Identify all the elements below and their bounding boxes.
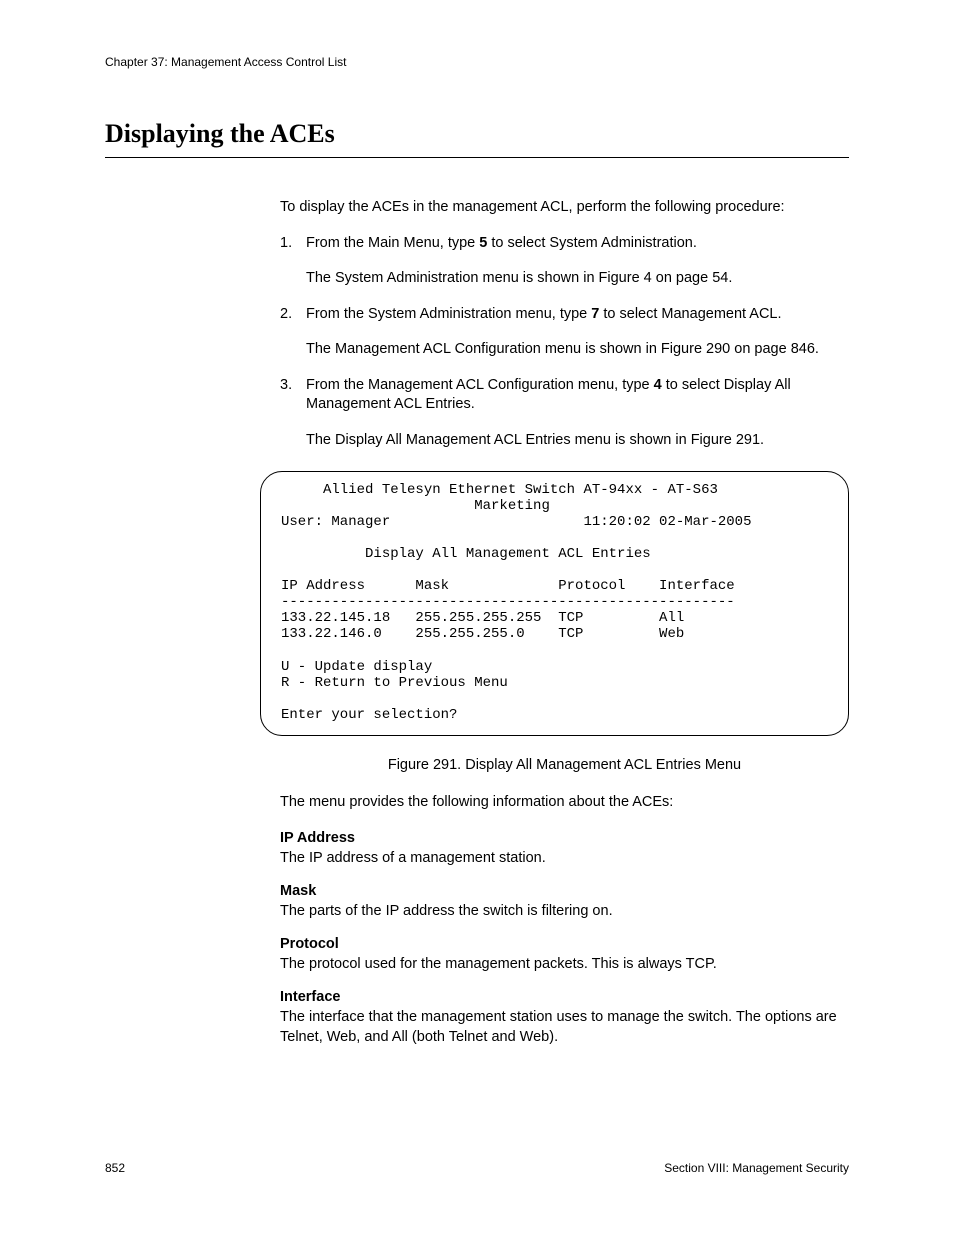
info-intro: The menu provides the following informat… [280,793,849,813]
step-number: 1. [280,234,292,254]
intro-paragraph: To display the ACEs in the management AC… [280,198,849,218]
def-title: Interface [280,988,849,1008]
def-body: The interface that the management statio… [280,1008,849,1047]
step-key: 4 [654,377,662,393]
definition-ip: IP Address The IP address of a managemen… [280,829,849,868]
step-text: From the Management ACL Configuration me… [306,377,654,393]
terminal-output: Allied Telesyn Ethernet Switch AT-94xx -… [260,471,849,736]
step-text: to select Management ACL. [599,306,781,322]
figure-caption: Figure 291. Display All Management ACL E… [280,756,849,776]
page-number: 852 [105,1161,125,1175]
step-text: to select System Administration. [487,235,697,251]
def-body: The IP address of a management station. [280,849,849,869]
section-title: Displaying the ACEs [105,119,849,158]
definition-interface: Interface The interface that the managem… [280,988,849,1047]
procedure-steps: 1. From the Main Menu, type 5 to select … [280,234,849,451]
step-number: 2. [280,305,292,325]
step-text: From the Main Menu, type [306,235,479,251]
def-title: Protocol [280,935,849,955]
definition-protocol: Protocol The protocol used for the manag… [280,935,849,974]
definition-mask: Mask The parts of the IP address the swi… [280,882,849,921]
def-body: The protocol used for the management pac… [280,955,849,975]
def-body: The parts of the IP address the switch i… [280,902,849,922]
step-number: 3. [280,376,292,396]
chapter-header: Chapter 37: Management Access Control Li… [105,55,849,69]
def-title: Mask [280,882,849,902]
step-text: From the System Administration menu, typ… [306,306,591,322]
step-substep: The Management ACL Configuration menu is… [306,340,849,360]
page: Chapter 37: Management Access Control Li… [0,0,954,1235]
page-footer: 852 Section VIII: Management Security [105,1161,849,1175]
content-body: To display the ACEs in the management AC… [280,198,849,1047]
step-3: 3. From the Management ACL Configuration… [280,376,849,451]
step-1: 1. From the Main Menu, type 5 to select … [280,234,849,289]
step-2: 2. From the System Administration menu, … [280,305,849,360]
def-title: IP Address [280,829,849,849]
step-substep: The Display All Management ACL Entries m… [306,431,849,451]
step-substep: The System Administration menu is shown … [306,269,849,289]
section-label: Section VIII: Management Security [664,1161,849,1175]
